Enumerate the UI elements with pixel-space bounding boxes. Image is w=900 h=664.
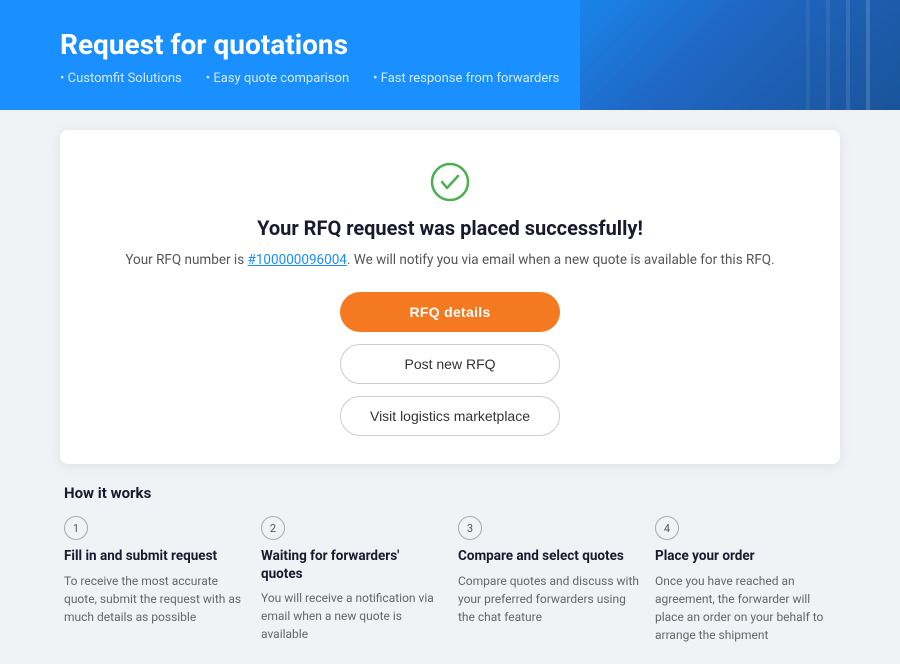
- step-1: 1 Fill in and submit request To receive …: [64, 516, 245, 644]
- step-number-3: 3: [458, 516, 482, 540]
- step-title-3: Compare and select quotes: [458, 548, 639, 566]
- visit-marketplace-button[interactable]: Visit logistics marketplace: [340, 396, 560, 436]
- step-title-4: Place your order: [655, 548, 836, 566]
- step-4: 4 Place your order Once you have reached…: [655, 516, 836, 644]
- rfq-details-button[interactable]: RFQ details: [340, 292, 560, 332]
- page-title: Request for quotations: [60, 28, 840, 61]
- step-number-4: 4: [655, 516, 679, 540]
- step-title-2: Waiting for forwarders' quotes: [261, 548, 442, 583]
- success-card: Your RFQ request was placed successfully…: [60, 130, 840, 464]
- main-content: Your RFQ request was placed successfully…: [0, 110, 900, 664]
- feature-3: Fast response from forwarders: [373, 71, 559, 86]
- description-suffix: . We will notify you via email when a ne…: [347, 252, 775, 268]
- post-new-rfq-button[interactable]: Post new RFQ: [340, 344, 560, 384]
- step-description-4: Once you have reached an agreement, the …: [655, 572, 836, 644]
- how-it-works-section: How it works 1 Fill in and submit reques…: [60, 484, 840, 644]
- feature-1: Customfit Solutions: [60, 71, 182, 86]
- step-number-1: 1: [64, 516, 88, 540]
- step-number-2: 2: [261, 516, 285, 540]
- step-description-3: Compare quotes and discuss with your pre…: [458, 572, 639, 626]
- step-description-1: To receive the most accurate quote, subm…: [64, 572, 245, 626]
- header-features: Customfit Solutions Easy quote compariso…: [60, 71, 840, 86]
- page-header: Request for quotations Customfit Solutio…: [0, 0, 900, 110]
- steps-container: 1 Fill in and submit request To receive …: [64, 516, 836, 644]
- success-icon: [430, 162, 470, 202]
- description-prefix: Your RFQ number is: [125, 252, 247, 268]
- step-description-2: You will receive a notification via emai…: [261, 589, 442, 643]
- how-it-works-title: How it works: [64, 484, 836, 502]
- success-description: Your RFQ number is #100000096004. We wil…: [100, 250, 800, 270]
- rfq-number-link[interactable]: #100000096004: [248, 252, 347, 268]
- feature-2: Easy quote comparison: [206, 71, 349, 86]
- step-title-1: Fill in and submit request: [64, 548, 245, 566]
- step-2: 2 Waiting for forwarders' quotes You wil…: [261, 516, 442, 644]
- step-3: 3 Compare and select quotes Compare quot…: [458, 516, 639, 644]
- success-title: Your RFQ request was placed successfully…: [100, 216, 800, 240]
